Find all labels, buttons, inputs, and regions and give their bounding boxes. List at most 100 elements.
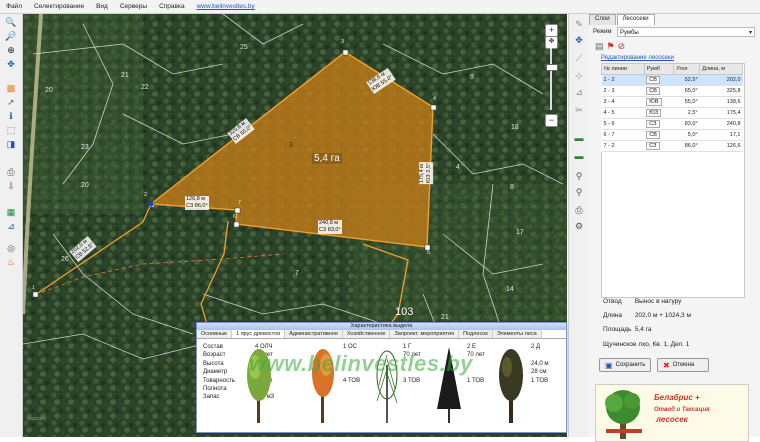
table-icon[interactable]: ▦	[4, 206, 18, 218]
cell-rumb[interactable]: СВ	[644, 85, 674, 97]
print-icon[interactable]: ⎙	[4, 166, 18, 178]
zoom-out-icon[interactable]: 🔎	[4, 30, 18, 42]
zoom-track[interactable]	[550, 48, 552, 110]
otvod-row: Отвод Вынос в натуру	[603, 298, 681, 305]
layer-icon[interactable]: ◨	[4, 138, 18, 150]
site-link[interactable]: www.belinvestles.by	[191, 3, 261, 10]
edit-cutting-area-link[interactable]: Редактирование лесосеки	[601, 55, 674, 61]
cut-icon[interactable]: ✂	[572, 104, 586, 116]
compartment-label: 4	[456, 164, 460, 171]
dialog-tab-tier1[interactable]: 1 ярус древостоя	[232, 330, 286, 338]
dialog-tab-undergrowth[interactable]: Подлесок	[459, 330, 493, 338]
gps-icon[interactable]: ◎	[4, 242, 18, 254]
tab-layers[interactable]: Слои	[589, 14, 616, 25]
zoom-control: + ✥ −	[542, 24, 560, 134]
dialog-title[interactable]: Характеристика выдела	[197, 323, 566, 330]
table-row[interactable]: 4 - 5 ЮЗ 2,5° 175,4	[601, 107, 743, 119]
rumb-select[interactable]: ЮЗ	[646, 109, 662, 117]
select-area-icon[interactable]: ⬚	[4, 124, 18, 136]
vertex-edit-icon[interactable]: ⊿	[572, 86, 586, 98]
table-row[interactable]: 2 - 3 СВ 65,0° 325,8	[601, 85, 743, 97]
cell-angle[interactable]: 83,0°	[673, 118, 700, 130]
cell-length[interactable]: 17,1	[699, 129, 743, 141]
dialog-tab-economic[interactable]: Хозяйственное	[342, 330, 391, 338]
cancel-button[interactable]: ✖ Отмена	[657, 358, 709, 372]
cell-length[interactable]: 175,4	[699, 107, 743, 119]
cell-length[interactable]: 325,8	[699, 85, 743, 97]
zoom-in-icon[interactable]: 🔍	[4, 16, 18, 28]
grid-icon[interactable]: ▤	[595, 41, 604, 52]
rumb-select[interactable]: СВ	[646, 76, 660, 84]
table-row[interactable]: 6 - 7 СВ 5,0° 17,1	[601, 129, 743, 141]
truck-icon[interactable]: ▬	[572, 132, 586, 144]
dialog-tab-main[interactable]: Основные	[197, 330, 233, 338]
cell-length[interactable]: 240,8	[699, 118, 743, 130]
zoom-extent-icon[interactable]: ⊕	[4, 44, 18, 56]
settings-icon[interactable]: ⚙	[572, 220, 586, 232]
cell-angle[interactable]: 2,5°	[673, 107, 700, 119]
menu-select[interactable]: Селектирование	[28, 3, 90, 10]
stand-characteristics-dialog: Характеристика выдела Основные 1 ярус др…	[196, 322, 567, 433]
rumb-select[interactable]: СВ	[646, 87, 660, 95]
table-row[interactable]: 1 - 2 СВ 52,5° 202,0	[601, 74, 743, 86]
zoom-minus-button[interactable]: −	[545, 114, 558, 127]
value-cell	[531, 351, 563, 359]
menu-servers[interactable]: Серверы	[114, 3, 153, 10]
pan-icon[interactable]: ✥	[4, 58, 18, 70]
dialog-tab-planned[interactable]: Запроект. мероприятия	[390, 330, 460, 338]
cell-rumb[interactable]: СЗ	[644, 140, 674, 152]
cell-angle[interactable]: 5,0°	[673, 129, 700, 141]
printer-icon[interactable]: ⎙	[572, 204, 586, 216]
cell-angle[interactable]: 65,0°	[673, 85, 700, 97]
rumb-select[interactable]: ЮВ	[646, 98, 662, 106]
add-point-icon[interactable]: ⊹	[572, 70, 586, 82]
draw-icon[interactable]: ⟋	[572, 52, 586, 64]
table-row[interactable]: 7 - 2 СЗ 86,0° 126,6	[601, 140, 743, 152]
save-button[interactable]: ▣ Сохранить	[599, 358, 651, 372]
rumb-select[interactable]: СЗ	[646, 142, 660, 150]
export-icon[interactable]: ⇩	[4, 180, 18, 192]
info-icon[interactable]: ℹ	[4, 110, 18, 122]
dialog-tab-admin[interactable]: Административное	[285, 330, 343, 338]
fire-icon[interactable]: ♨	[4, 256, 18, 268]
rumb-select[interactable]: СВ	[646, 131, 660, 139]
cell-rumb[interactable]: ЮЗ	[644, 107, 674, 119]
rumb-select[interactable]: СЗ	[646, 120, 660, 128]
table-row[interactable]: 5 - 6 СЗ 83,0° 240,8	[601, 118, 743, 130]
magnifier-icon[interactable]: ⚲	[572, 186, 586, 198]
pencil-icon[interactable]: ✎	[572, 18, 586, 30]
compartment-label: 21	[441, 314, 449, 321]
col-rumb[interactable]: Румб	[643, 63, 675, 75]
table-row[interactable]: 3 - 4 ЮВ 55,0° 138,6	[601, 96, 743, 108]
move-icon[interactable]: ✥	[572, 34, 586, 46]
cell-rumb[interactable]: СЗ	[644, 118, 674, 130]
cell-length[interactable]: 202,0	[699, 74, 743, 86]
side-panel: Слои Лесосеки Режим Румбы ▾ ▤ ⚑ ⊘ Редакт…	[589, 14, 760, 442]
cell-angle[interactable]: 86,0°	[673, 140, 700, 152]
search-icon[interactable]: ⚲	[572, 170, 586, 182]
vehicle-icon[interactable]: ▬	[572, 150, 586, 162]
col-length[interactable]: Длина, м	[699, 63, 743, 75]
col-line[interactable]: № линии	[601, 63, 645, 75]
tab-cutting-areas[interactable]: Лесосеки	[616, 14, 655, 25]
cell-length[interactable]: 126,6	[699, 140, 743, 152]
cell-rumb[interactable]: СВ	[644, 129, 674, 141]
tag-icon[interactable]: ⚑	[607, 41, 615, 52]
compass-icon[interactable]: ⊘	[618, 41, 626, 52]
zoom-slider-handle[interactable]	[546, 64, 558, 71]
cell-angle[interactable]: 55,0°	[673, 96, 700, 108]
pointer-icon[interactable]: ➚	[4, 96, 18, 108]
menu-file[interactable]: Файл	[0, 3, 28, 10]
measure-icon[interactable]: ⊿	[4, 220, 18, 232]
cell-angle[interactable]: 52,5°	[673, 74, 700, 86]
dialog-tab-elements[interactable]: Элементы леса	[492, 330, 542, 338]
menu-help[interactable]: Справка	[153, 3, 191, 10]
col-angle[interactable]: Угол	[673, 63, 701, 75]
select-icon[interactable]: ▩	[4, 82, 18, 94]
mode-select[interactable]: Румбы ▾	[617, 27, 755, 37]
cell-length[interactable]: 138,6	[699, 96, 743, 108]
cell-rumb[interactable]: ЮВ	[644, 96, 674, 108]
plot-area-label: 5,4 га	[312, 153, 342, 164]
cell-rumb[interactable]: СВ	[644, 74, 674, 86]
menu-view[interactable]: Вид	[90, 3, 114, 10]
